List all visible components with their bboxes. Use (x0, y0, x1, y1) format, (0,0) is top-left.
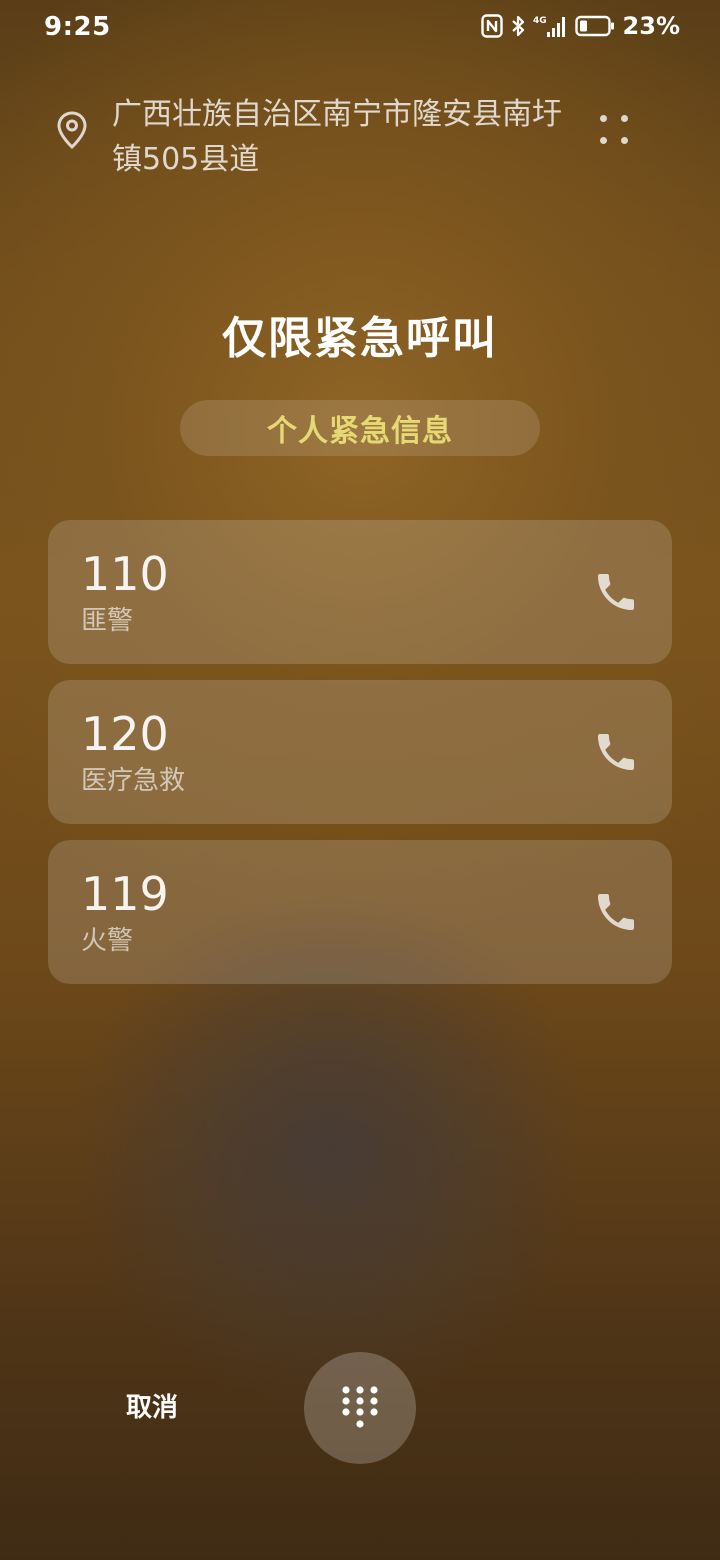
more-options-icon[interactable] (592, 108, 636, 152)
nfc-icon (480, 14, 503, 38)
phone-icon[interactable] (592, 568, 640, 616)
phone-icon[interactable] (592, 728, 640, 776)
location: 广西壮族自治区南宁市隆安县南圩镇505县道 (54, 92, 574, 182)
battery-percent: 23% (622, 12, 680, 40)
dialpad-button[interactable] (304, 1352, 416, 1464)
network-type: 4G (533, 16, 547, 26)
emergency-label: 医疗急救 (81, 766, 186, 796)
status-time: 9:25 (44, 12, 111, 42)
emergency-card-119[interactable]: 119 火警 (48, 840, 672, 984)
emergency-label: 匪警 (81, 606, 134, 636)
emergency-number: 110 (81, 547, 169, 601)
emergency-label: 火警 (81, 926, 134, 956)
emergency-contact-list: 110 匪警 120 医疗急救 119 火警 (48, 520, 672, 1000)
signal-icon: 4G (533, 16, 565, 37)
phone-icon[interactable] (592, 888, 640, 936)
bluetooth-icon (511, 15, 524, 37)
location-text: 广西壮族自治区南宁市隆安县南圩镇505县道 (112, 97, 562, 177)
emergency-card-120[interactable]: 120 医疗急救 (48, 680, 672, 824)
personal-emergency-info-button[interactable]: 个人紧急信息 (180, 400, 540, 456)
emergency-number: 120 (81, 707, 169, 761)
status-bar: 9:25 4G 23% (0, 0, 720, 52)
location-pin-icon (57, 111, 87, 150)
emergency-card-110[interactable]: 110 匪警 (48, 520, 672, 664)
status-icons: 4G 23% (480, 12, 680, 40)
cancel-button[interactable]: 取消 (110, 1386, 194, 1430)
page-title: 仅限紧急呼叫 (222, 313, 498, 364)
battery-icon (574, 15, 614, 37)
dialpad-icon (342, 1386, 378, 1428)
emergency-number: 119 (81, 867, 169, 921)
